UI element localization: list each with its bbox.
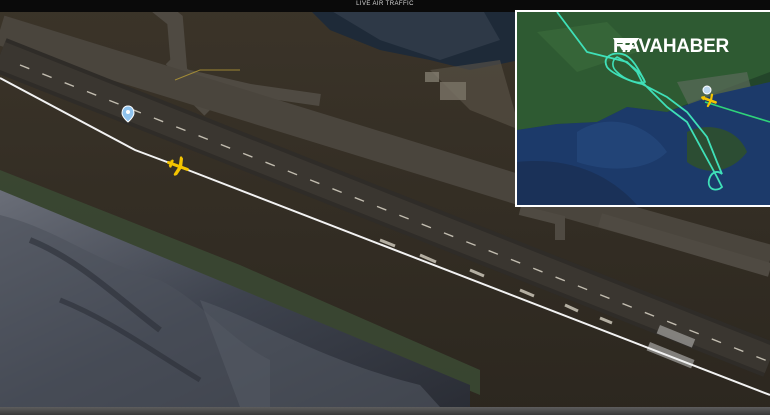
brand-logo: HAVAHABER — [613, 36, 729, 58]
inset-location-pin-icon — [702, 85, 712, 95]
header-title: LIVE AIR TRAFFIC — [356, 1, 414, 7]
inset-map[interactable]: HAVAHABER — [515, 10, 770, 207]
havahaber-logo-icon — [613, 38, 639, 50]
bottom-bar — [0, 407, 770, 415]
